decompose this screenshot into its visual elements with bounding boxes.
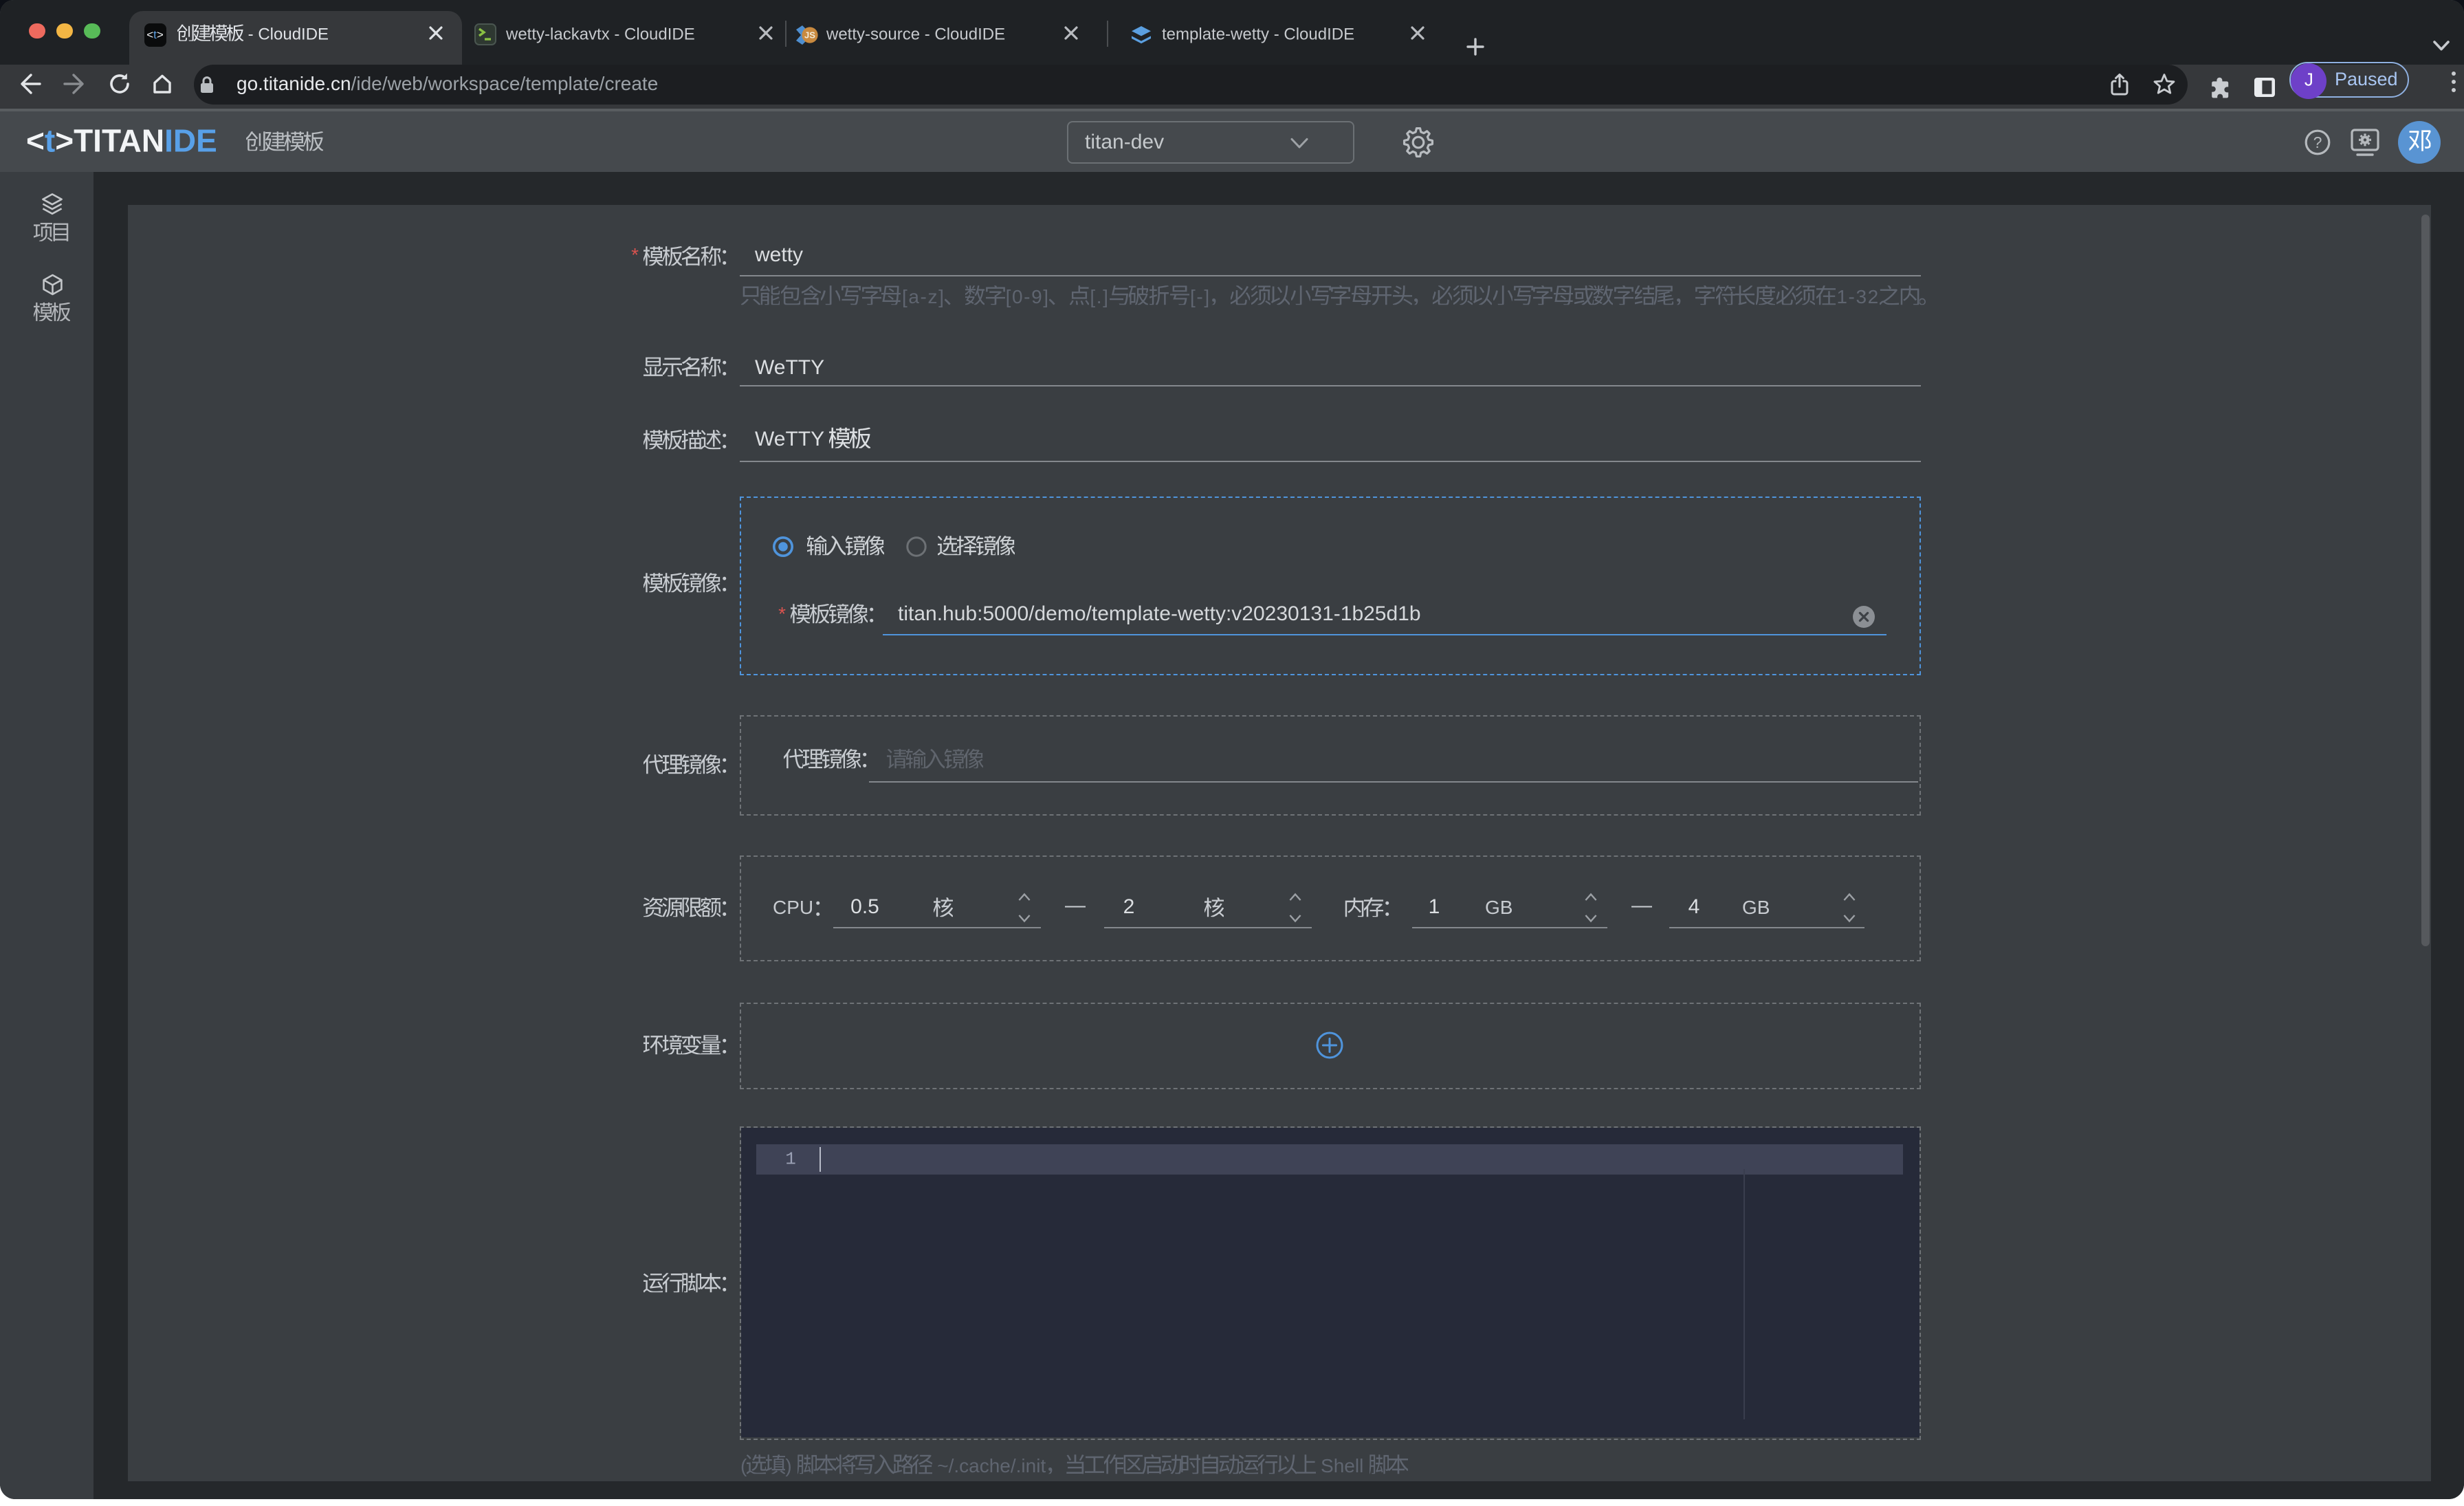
svg-text:?: ? bbox=[2313, 133, 2322, 151]
svg-text:JS: JS bbox=[804, 30, 815, 41]
